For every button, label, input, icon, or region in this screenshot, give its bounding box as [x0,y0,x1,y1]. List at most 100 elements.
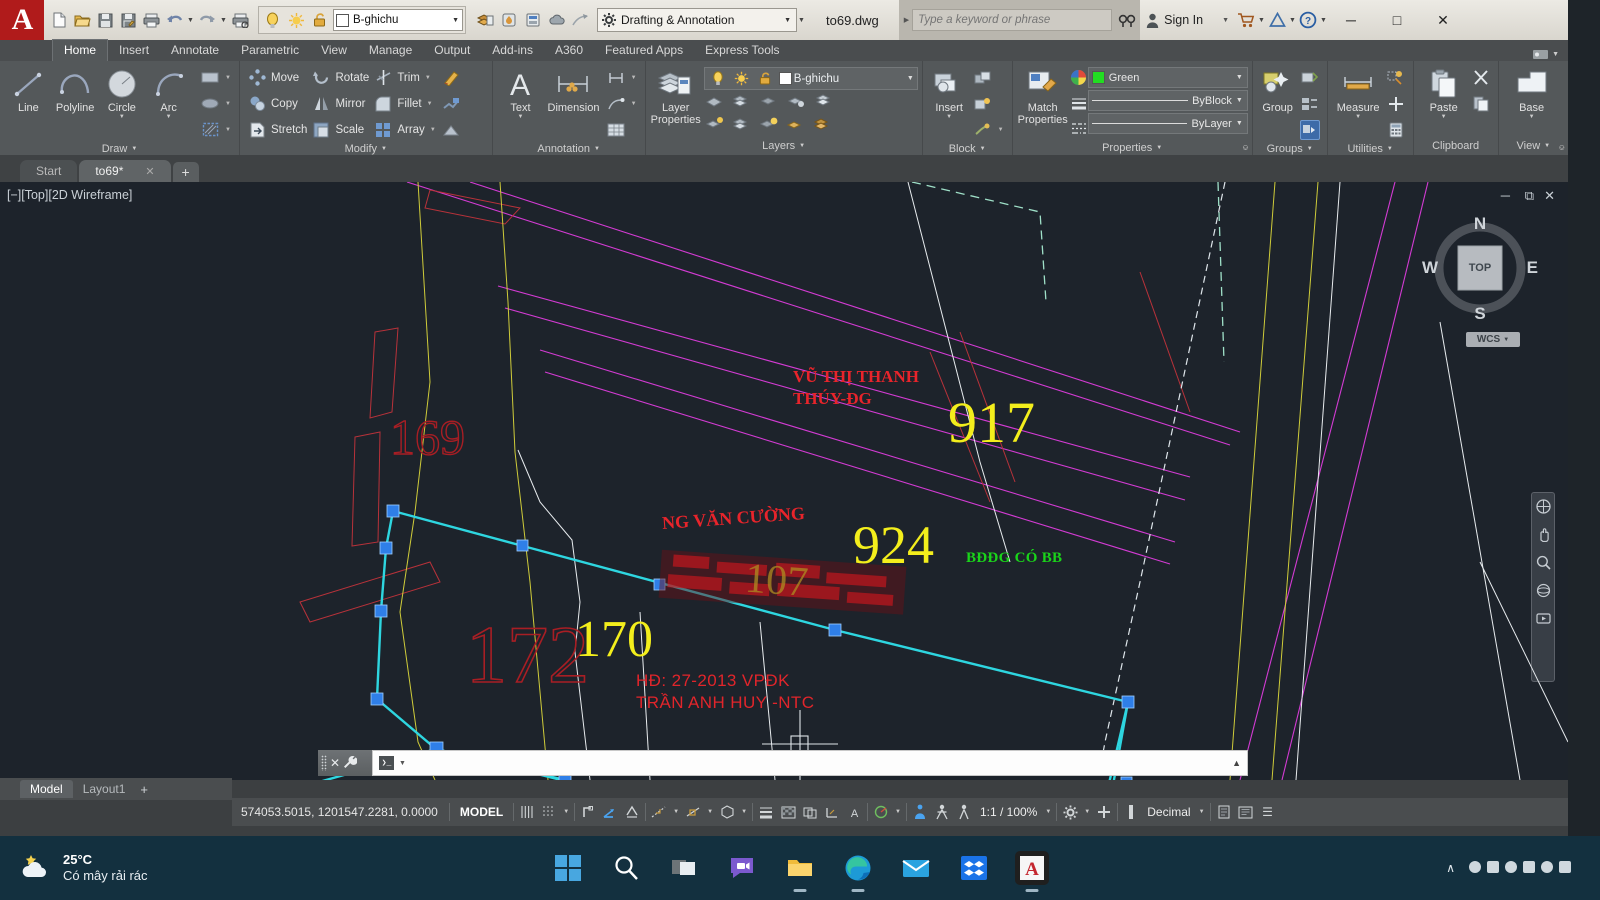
tool-ungroup[interactable] [1298,65,1322,90]
viewport-minimize-icon[interactable]: ─ [1501,188,1510,203]
chevron-down-icon[interactable]: ▼ [1236,97,1244,104]
cloud-sync-icon[interactable] [546,8,568,32]
viewcube-west-label[interactable]: W [1422,258,1438,278]
viewcube-east-label[interactable]: E [1527,258,1538,278]
layer-isolate-icon[interactable] [705,93,724,113]
tool-block-create[interactable] [971,65,1007,90]
layout-tab-model[interactable]: Model [20,780,73,798]
share-icon[interactable] [570,8,592,32]
edge-button[interactable] [841,851,875,892]
selection-cycling-icon[interactable] [799,801,821,823]
layer-lock-icon[interactable] [786,93,805,113]
chevron-down-icon[interactable]: ▼ [131,146,137,152]
chevron-down-icon[interactable]: ▼ [1387,146,1393,152]
tool-circle-dropdown-icon[interactable]: ▼ [119,114,125,120]
linetype-list-icon[interactable] [1070,121,1088,141]
annotation-scale-person-icon[interactable] [909,801,931,823]
tool-explode[interactable] [439,91,463,116]
lineweight-icon[interactable] [755,801,777,823]
undo-icon[interactable] [163,8,185,32]
ribbon-tab-annotate[interactable]: Annotate [160,40,230,61]
save-icon[interactable] [94,8,116,32]
tool-leader[interactable]: ▼ [604,91,640,116]
polar-tracking-icon[interactable] [599,801,621,823]
tool-ellipse[interactable]: ▼ [198,91,234,116]
tool-group-edit[interactable] [1298,91,1322,116]
ribbon-tab-output[interactable]: Output [423,40,481,61]
tool-polyline[interactable]: Polyline [52,65,99,114]
drag-handle-icon[interactable] [321,755,327,771]
ortho-mode-icon[interactable] [577,801,599,823]
layer-freeze-icon[interactable] [731,67,753,91]
autocad-button[interactable]: A [1015,851,1049,892]
ribbon-tab-a360[interactable]: A360 [544,40,594,61]
layer-control-combo[interactable]: B-ghichu ▼ [333,9,463,31]
dynamic-ucs-icon[interactable] [821,801,843,823]
search-button[interactable] [609,851,643,885]
chevron-down-icon[interactable]: ▼ [1552,51,1560,58]
transparency-icon[interactable] [777,801,799,823]
coordinate-display[interactable]: 574053.5015, 1201547.2281, 0.0000 [232,805,447,819]
chevron-down-icon[interactable]: ▼ [907,75,915,82]
tool-mirror[interactable]: Mirror [309,91,371,116]
hardware-dropdown-icon[interactable]: ▼ [892,809,904,815]
new-document-button[interactable]: + [172,162,199,182]
layer-freeze-icon[interactable] [732,93,751,113]
task-view-button[interactable] [667,851,701,885]
tool-block-edit[interactable] [971,91,1007,116]
sign-in-button[interactable]: Sign In ▼ [1140,0,1235,40]
panel-layers-title[interactable]: Layers ▼ [646,136,922,155]
redo-icon[interactable] [196,8,218,32]
tool-point-style[interactable] [1384,91,1408,116]
tool-erase[interactable] [439,65,463,90]
tool-rotate[interactable]: Rotate [309,65,371,90]
layer-on-icon[interactable] [261,8,283,32]
object-snap-tracking-icon[interactable] [648,801,670,823]
new-file-icon[interactable] [48,8,70,32]
chevron-down-icon[interactable]: ▼ [1503,337,1509,343]
close-icon[interactable]: ✕ [145,165,154,178]
isometric-drafting-icon[interactable] [621,801,643,823]
array-dropdown-icon[interactable]: ▼ [429,127,437,133]
layer-unlock-icon[interactable] [786,116,805,136]
units-label[interactable]: Decimal [1142,805,1195,819]
snap-dropdown-icon[interactable]: ▼ [560,809,572,815]
window-minimize-button[interactable]: ─ [1328,0,1374,40]
ribbon-tab-insert[interactable]: Insert [108,40,160,61]
annotation-visibility-icon[interactable]: A [843,801,865,823]
tool-trim[interactable]: Trim ▼ [371,65,438,90]
layer-previous-icon[interactable] [813,116,832,136]
window-maximize-button[interactable]: □ [1374,0,1420,40]
properties-panel-expand-icon[interactable]: ⎉ [1242,143,1248,153]
autoscale-icon[interactable] [931,801,953,823]
rectangle-dropdown-icon[interactable]: ▼ [224,75,232,81]
ribbon-tab-featured-apps[interactable]: Featured Apps [594,40,694,61]
layer-freeze-icon[interactable] [285,8,307,32]
ellipse-dropdown-icon[interactable]: ▼ [224,101,232,107]
snap-mode-icon[interactable] [538,801,560,823]
panel-modify-title[interactable]: Modify ▼ [240,142,492,155]
3d-object-snap-icon[interactable] [716,801,738,823]
tool-insert[interactable]: Insert ▼ [928,65,971,120]
layer-on-icon[interactable] [759,116,778,136]
viewport-label[interactable]: [−][Top][2D Wireframe] [7,188,132,202]
tool-match-properties[interactable]: Match Properties [1018,65,1068,126]
layer-thaw-icon[interactable] [732,116,751,136]
add-layout-button[interactable]: + [135,782,153,797]
steering-wheel-icon[interactable] [1535,498,1552,515]
application-menu-button[interactable]: A [0,0,44,40]
tool-line[interactable]: Line [5,65,52,114]
command-input[interactable] [410,756,1228,770]
layer-off-icon[interactable] [759,93,778,113]
ribbon-tab-parametric[interactable]: Parametric [230,40,310,61]
dimension-dropdown-icon[interactable]: ▼ [630,75,638,81]
chevron-down-icon[interactable]: ▼ [784,17,792,24]
workspace-switcher[interactable]: Drafting & Annotation ▼ [597,8,797,32]
window-close-button[interactable]: ✕ [1420,0,1466,40]
viewport-close-icon[interactable]: ✕ [1544,188,1555,204]
ribbon-tab-addins[interactable]: Add-ins [481,40,544,61]
status-overflow-icon[interactable]: ☰ [1257,801,1279,823]
group-selection-icon[interactable] [1299,119,1320,140]
tool-arc-dropdown-icon[interactable]: ▼ [166,114,172,120]
tool-array[interactable]: Array ▼ [371,117,438,142]
